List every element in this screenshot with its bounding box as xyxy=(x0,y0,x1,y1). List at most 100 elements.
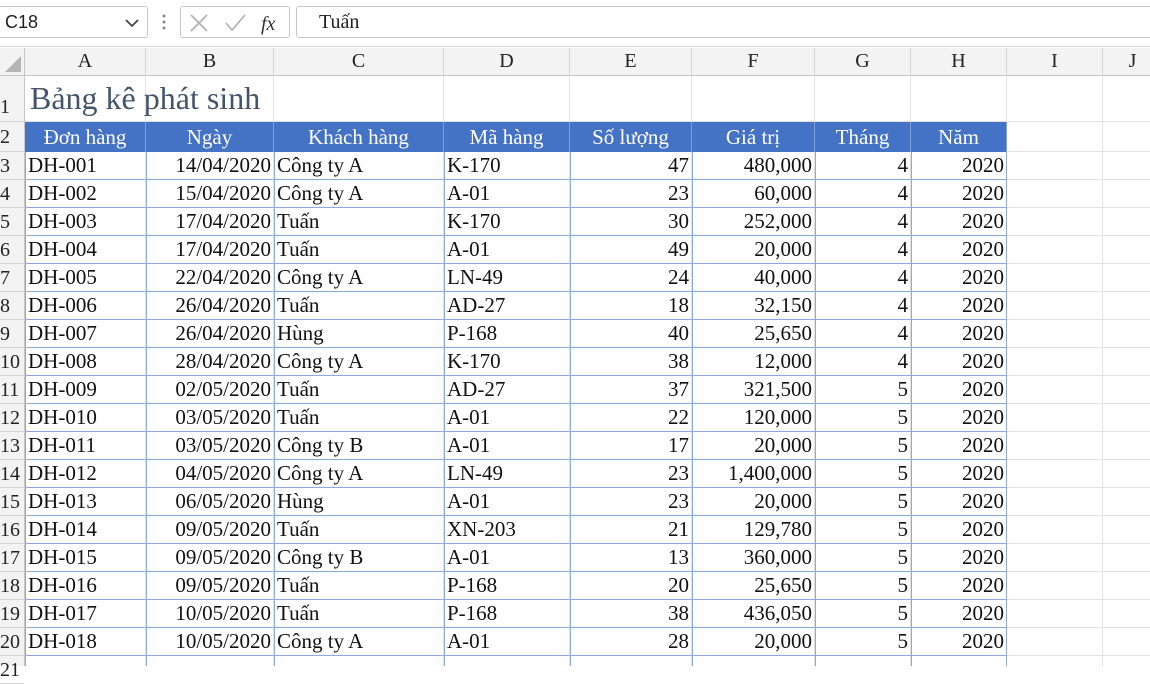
table-cell[interactable]: 4 xyxy=(815,320,911,348)
row-header-17[interactable]: 17 xyxy=(0,544,24,572)
row-header-7[interactable]: 7 xyxy=(0,264,24,292)
table-cell[interactable]: 129,780 xyxy=(692,516,815,544)
table-cell[interactable]: 18 xyxy=(570,292,692,320)
table-cell[interactable]: LN-49 xyxy=(444,460,570,488)
table-cell[interactable]: XN-203 xyxy=(444,516,570,544)
table-cell[interactable]: A-01 xyxy=(444,628,570,656)
table-cell[interactable]: Tuấn xyxy=(274,404,444,432)
table-cell[interactable]: Tuấn xyxy=(274,516,444,544)
table-cell[interactable]: 13 xyxy=(570,544,692,572)
table-cell[interactable]: 360,000 xyxy=(692,544,815,572)
table-cell[interactable]: 23 xyxy=(570,460,692,488)
table-cell[interactable]: DH-008 xyxy=(25,348,146,376)
table-cell[interactable]: 20,000 xyxy=(692,628,815,656)
table-cell[interactable]: 47 xyxy=(570,152,692,180)
column-header-c[interactable]: C xyxy=(274,48,444,75)
table-cell[interactable]: 252,000 xyxy=(692,208,815,236)
table-cell[interactable]: 2020 xyxy=(911,404,1007,432)
table-cell[interactable]: Hùng xyxy=(274,320,444,348)
table-cell[interactable]: 21 xyxy=(570,516,692,544)
table-cell[interactable]: DH-007 xyxy=(25,320,146,348)
column-header-d[interactable]: D xyxy=(444,48,570,75)
table-cell[interactable]: 5 xyxy=(815,628,911,656)
table-cell[interactable]: 15/04/2020 xyxy=(146,180,274,208)
table-cell[interactable]: 25,650 xyxy=(692,572,815,600)
table-header-cell[interactable]: Số lượng xyxy=(570,122,692,152)
table-cell[interactable]: 2020 xyxy=(911,180,1007,208)
table-cell[interactable]: K-170 xyxy=(444,208,570,236)
table-cell[interactable]: 14/04/2020 xyxy=(146,152,274,180)
table-cell[interactable]: 17 xyxy=(570,432,692,460)
column-header-e[interactable]: E xyxy=(570,48,692,75)
table-cell[interactable]: 4 xyxy=(815,348,911,376)
row-header-21[interactable]: 21 xyxy=(0,656,24,684)
table-cell[interactable]: 03/05/2020 xyxy=(146,432,274,460)
sheet-title[interactable]: Bảng kê phát sinh xyxy=(30,80,260,117)
table-cell[interactable]: 28/04/2020 xyxy=(146,348,274,376)
table-cell[interactable]: 03/05/2020 xyxy=(146,404,274,432)
table-cell[interactable]: Tuấn xyxy=(274,376,444,404)
table-header-cell[interactable]: Mã hàng xyxy=(444,122,570,152)
row-header-6[interactable]: 6 xyxy=(0,236,24,264)
table-cell[interactable]: K-170 xyxy=(444,348,570,376)
table-cell[interactable]: 20,000 xyxy=(692,236,815,264)
table-cell[interactable]: 4 xyxy=(815,208,911,236)
table-cell[interactable]: 4 xyxy=(815,264,911,292)
table-cell[interactable]: 49 xyxy=(570,236,692,264)
table-cell[interactable]: 5 xyxy=(815,460,911,488)
table-cell[interactable]: DH-017 xyxy=(25,600,146,628)
table-cell[interactable]: 04/05/2020 xyxy=(146,460,274,488)
table-cell[interactable]: DH-013 xyxy=(25,488,146,516)
table-cell[interactable]: 4 xyxy=(815,292,911,320)
table-cell[interactable]: 4 xyxy=(815,180,911,208)
table-cell[interactable]: Công ty B xyxy=(274,432,444,460)
table-cell[interactable]: Tuấn xyxy=(274,292,444,320)
table-cell[interactable]: 28 xyxy=(570,628,692,656)
table-cell[interactable]: 5 xyxy=(815,376,911,404)
table-cell[interactable]: 5 xyxy=(815,572,911,600)
table-cell[interactable]: 09/05/2020 xyxy=(146,516,274,544)
table-cell[interactable]: 2020 xyxy=(911,320,1007,348)
column-header-i[interactable]: I xyxy=(1007,48,1103,75)
check-icon[interactable] xyxy=(223,11,247,35)
column-header-j[interactable]: J xyxy=(1103,48,1150,75)
table-cell[interactable]: 09/05/2020 xyxy=(146,544,274,572)
table-cell[interactable]: Công ty A xyxy=(274,460,444,488)
table-header-cell[interactable]: Đơn hàng xyxy=(25,122,146,152)
table-cell[interactable]: 17/04/2020 xyxy=(146,236,274,264)
table-cell[interactable]: 5 xyxy=(815,488,911,516)
row-header-2[interactable]: 2 xyxy=(0,122,24,152)
table-cell[interactable]: LN-49 xyxy=(444,264,570,292)
row-header-1[interactable]: 1 xyxy=(0,76,24,122)
table-cell[interactable]: 40 xyxy=(570,320,692,348)
table-cell[interactable]: 2020 xyxy=(911,600,1007,628)
cancel-icon[interactable] xyxy=(187,11,211,35)
table-cell[interactable]: A-01 xyxy=(444,544,570,572)
row-header-4[interactable]: 4 xyxy=(0,180,24,208)
table-cell[interactable]: 30 xyxy=(570,208,692,236)
table-cell[interactable]: 17/04/2020 xyxy=(146,208,274,236)
table-cell[interactable]: A-01 xyxy=(444,180,570,208)
table-cell[interactable]: 2020 xyxy=(911,572,1007,600)
table-cell[interactable]: A-01 xyxy=(444,432,570,460)
table-cell[interactable]: AD-27 xyxy=(444,292,570,320)
table-cell[interactable]: 480,000 xyxy=(692,152,815,180)
table-header-cell[interactable]: Khách hàng xyxy=(274,122,444,152)
kebab-icon[interactable] xyxy=(158,12,170,32)
table-cell[interactable]: 23 xyxy=(570,488,692,516)
table-header-cell[interactable]: Tháng xyxy=(815,122,911,152)
table-cell[interactable]: 38 xyxy=(570,348,692,376)
table-cell[interactable]: 2020 xyxy=(911,236,1007,264)
row-header-12[interactable]: 12 xyxy=(0,404,24,432)
table-cell[interactable]: 4 xyxy=(815,236,911,264)
table-header-cell[interactable]: Ngày xyxy=(146,122,274,152)
table-cell[interactable]: 26/04/2020 xyxy=(146,320,274,348)
table-cell[interactable]: 38 xyxy=(570,600,692,628)
table-cell[interactable]: 37 xyxy=(570,376,692,404)
table-cell[interactable]: DH-005 xyxy=(25,264,146,292)
table-cell[interactable]: P-168 xyxy=(444,320,570,348)
table-cell[interactable]: Công ty B xyxy=(274,544,444,572)
table-cell[interactable]: 2020 xyxy=(911,152,1007,180)
table-cell[interactable]: 32,150 xyxy=(692,292,815,320)
table-cell[interactable]: 5 xyxy=(815,432,911,460)
